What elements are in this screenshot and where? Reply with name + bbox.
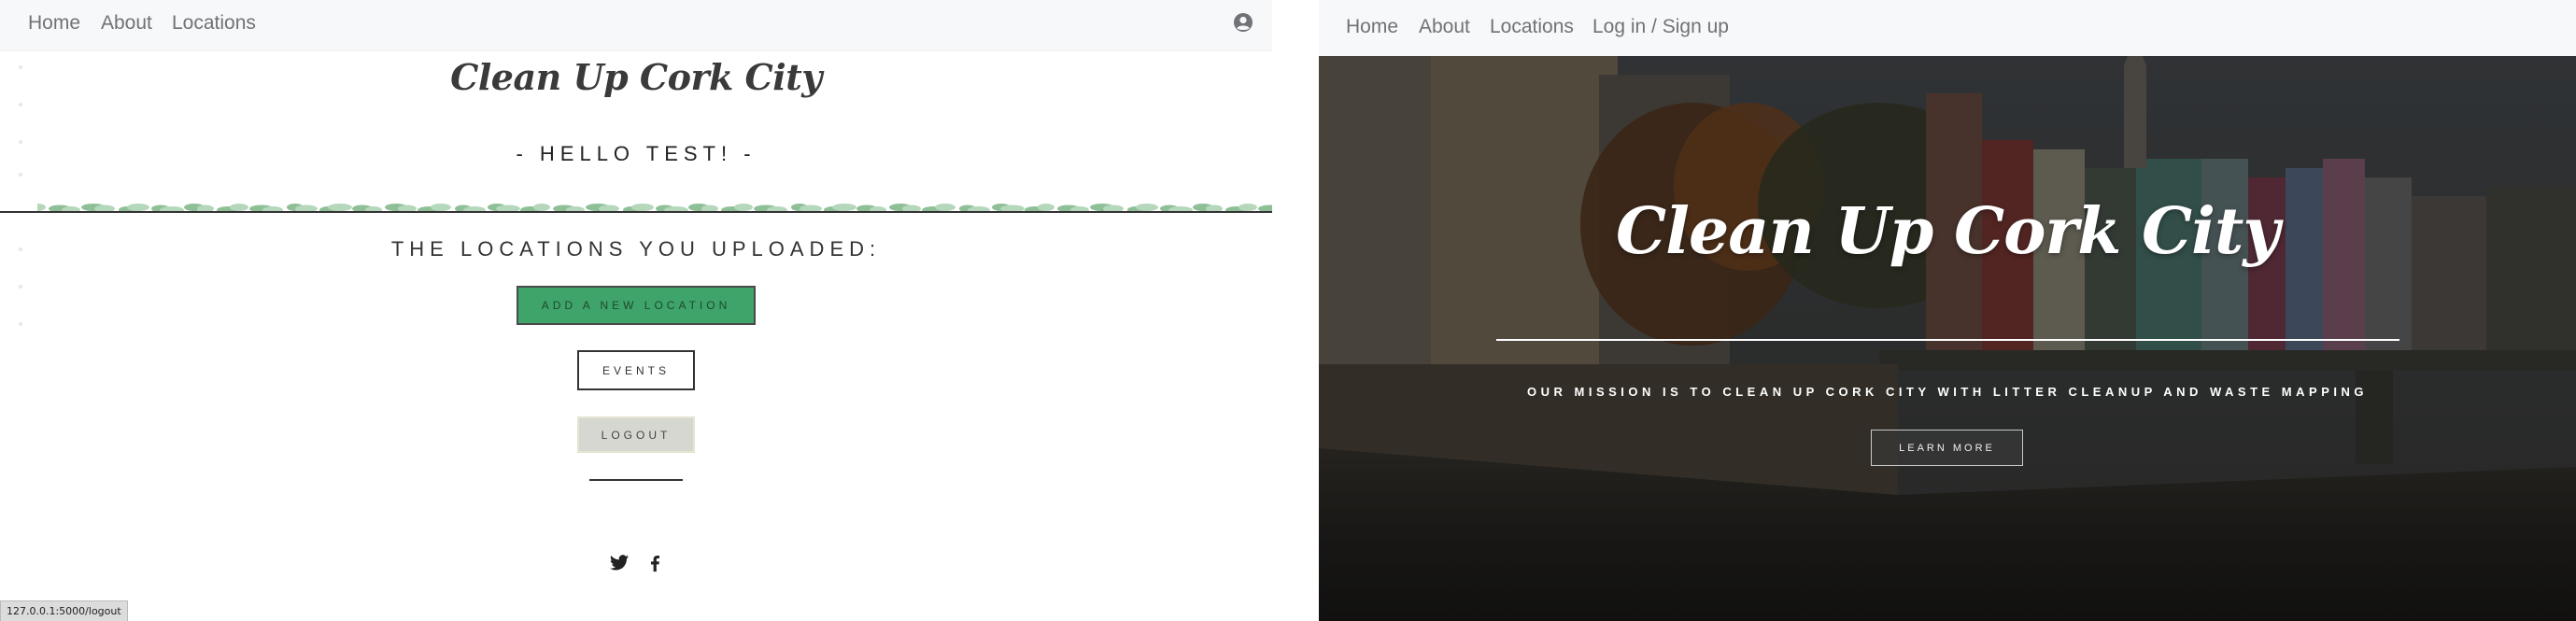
leaf-shape — [935, 204, 955, 211]
nav-home-link[interactable]: Home — [1346, 16, 1398, 38]
site-logo[interactable]: Clean Up Cork City — [0, 56, 1272, 98]
leaf-shape — [127, 204, 149, 211]
nav-locations-link[interactable]: Locations — [172, 12, 256, 35]
leaf-shape — [431, 204, 451, 211]
mission-statement: OUR MISSION IS TO CLEAN UP CORK CITY WIT… — [1527, 385, 2368, 399]
logged-in-page: Home About Locations Clean Up Cork City … — [0, 0, 1272, 621]
leaf-shape — [37, 204, 46, 211]
nav-login-signup-link[interactable]: Log in / Sign up — [1592, 16, 1729, 38]
leaf-shape — [631, 204, 654, 211]
logout-button[interactable]: LOGOUT — [577, 416, 695, 453]
add-location-button[interactable]: ADD A NEW LOCATION — [517, 286, 756, 325]
leaf-shape — [1038, 204, 1054, 211]
locations-heading: THE LOCATIONS YOU UPLOADED: — [390, 237, 882, 261]
leaf-shape — [1136, 204, 1158, 211]
nav-about-link[interactable]: About — [1419, 16, 1470, 38]
leaf-shape — [832, 204, 856, 211]
leaf-shape — [1238, 204, 1257, 211]
top-navbar: Home About Locations Log in / Sign up — [1319, 0, 2576, 56]
leaf-shape — [734, 204, 753, 211]
section-divider — [0, 211, 1272, 213]
facebook-icon[interactable] — [644, 553, 665, 573]
leaf-shape — [328, 204, 352, 211]
landing-page: Home About Locations Log in / Sign up Cl… — [1319, 0, 2576, 621]
events-button[interactable]: EVENTS — [577, 350, 695, 390]
footer-divider — [589, 479, 683, 481]
browser-status-bar: 127.0.0.1:5000/logout — [0, 600, 128, 621]
nav-locations-link[interactable]: Locations — [1490, 16, 1574, 38]
leaf-shape — [230, 204, 248, 211]
hero-divider — [1496, 339, 2399, 341]
nav-about-link[interactable]: About — [101, 12, 152, 35]
twitter-icon[interactable] — [609, 553, 630, 573]
leaf-shape — [533, 204, 550, 211]
panel-gap — [1272, 0, 1319, 621]
greeting-heading: - HELLO TEST! - — [516, 142, 757, 165]
top-navbar: Home About Locations — [0, 0, 1272, 51]
nav-home-link[interactable]: Home — [28, 12, 80, 35]
user-circle-icon[interactable] — [1233, 12, 1253, 33]
learn-more-button[interactable]: LEARN MORE — [1871, 430, 2023, 466]
hero-title: Clean Up Cork City — [1616, 194, 2280, 269]
